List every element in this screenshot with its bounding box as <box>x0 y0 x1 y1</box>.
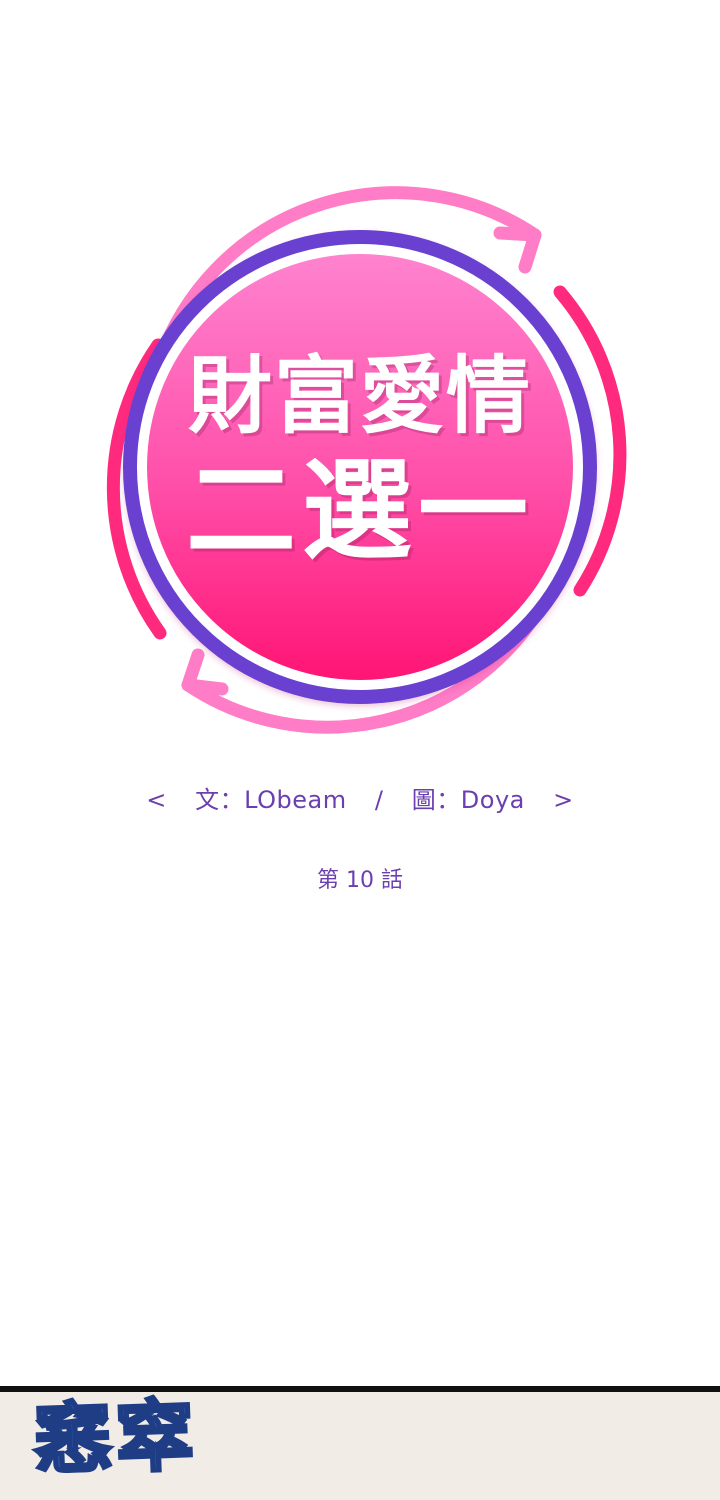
logo-graphic <box>106 186 627 734</box>
writer-credit: 文：LObeam <box>195 786 347 814</box>
comic-panel: 窸窣 <box>0 1386 720 1500</box>
credits-line: < 文：LObeam / 圖：Doya > <box>0 780 720 815</box>
top-arrowhead <box>493 226 542 274</box>
artist-credit: 圖：Doya <box>411 786 525 814</box>
credits-open-bracket: < <box>146 786 167 814</box>
chapter-title-page: 財富愛情 二選一 < 文：LObeam / 圖：Doya > 第 10 話 窸窣 <box>0 0 720 1500</box>
credits-close-bracket: > <box>553 786 574 814</box>
sound-effect-text: 窸窣 <box>31 1391 201 1488</box>
episode-number: 第 10 話 <box>317 868 403 893</box>
series-logo: 財富愛情 二選一 <box>80 185 640 745</box>
pink-disc <box>143 250 577 684</box>
credits-separator: / <box>374 786 384 814</box>
bottom-arrowhead <box>181 648 229 696</box>
